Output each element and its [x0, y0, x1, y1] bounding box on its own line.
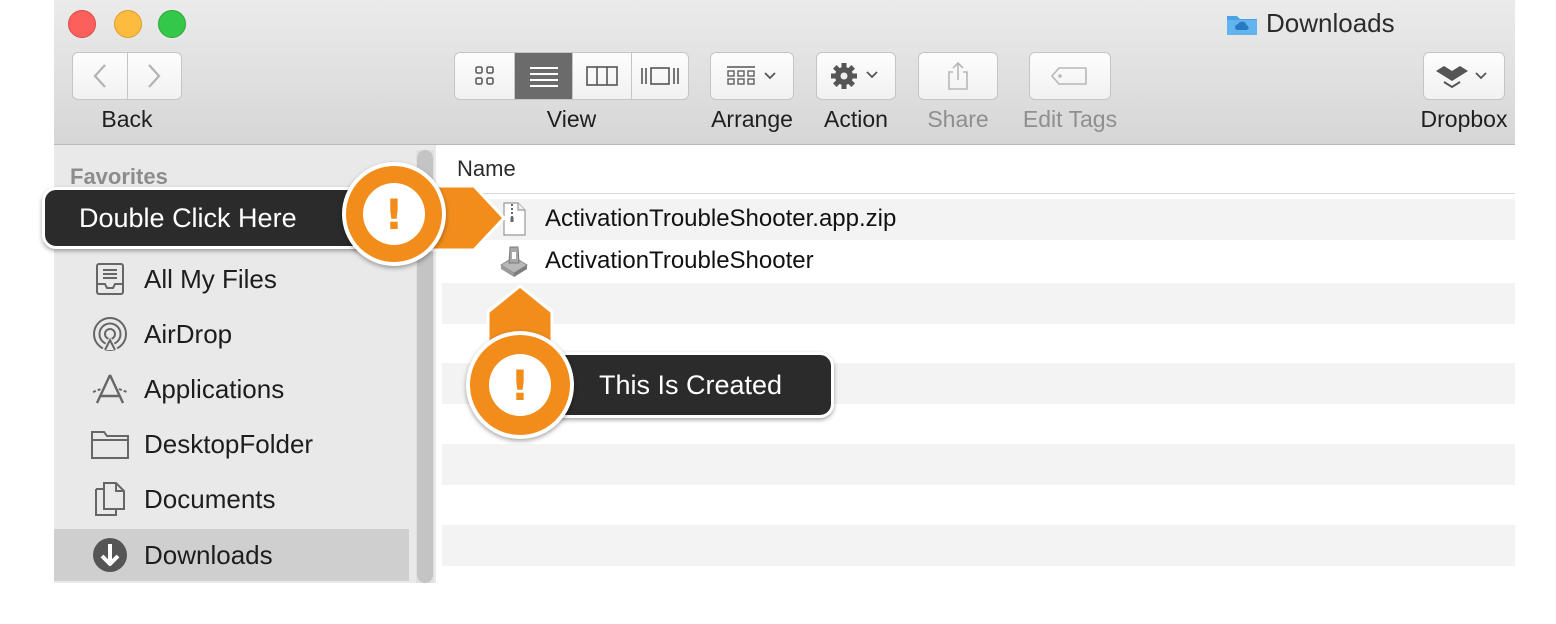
dropbox-button[interactable] — [1423, 52, 1505, 100]
action-button[interactable] — [816, 52, 896, 100]
sidebar-item-applications[interactable]: Applications — [54, 363, 409, 415]
sidebar-item-label: DesktopFolder — [144, 428, 314, 459]
chevron-left-icon — [93, 64, 106, 88]
sidebar-item-label: Documents — [144, 483, 276, 514]
downloads-icon — [90, 535, 130, 575]
icon-view-icon — [474, 66, 494, 85]
sidebar-item-documents[interactable]: Documents — [54, 473, 409, 525]
close-window-button[interactable] — [68, 10, 96, 38]
empty-row — [442, 444, 1515, 485]
arrange-label: Arrange — [711, 106, 793, 132]
sidebar-item-airdrop[interactable]: AirDrop — [54, 308, 409, 360]
action-label: Action — [824, 106, 888, 132]
view-control[interactable] — [454, 52, 689, 100]
arrange-icon — [727, 66, 776, 85]
sidebar-item-desktopfolder[interactable]: DesktopFolder — [54, 418, 409, 470]
exclamation-icon: ! — [363, 183, 425, 245]
chevron-right-icon — [148, 64, 161, 88]
file-row[interactable]: ActivationTroubleShooter.app.zip — [442, 199, 1515, 240]
exclamation-icon: ! — [489, 354, 551, 416]
edit-tags-button[interactable] — [1029, 52, 1111, 100]
cover-flow-button[interactable] — [632, 53, 688, 99]
back-label: Back — [101, 106, 153, 132]
column-view-icon — [586, 66, 618, 86]
back-button[interactable] — [73, 53, 128, 99]
tag-icon — [1051, 67, 1087, 85]
airdrop-icon — [90, 314, 130, 354]
file-name: ActivationTroubleShooter.app.zip — [545, 205, 897, 232]
column-view-button[interactable] — [573, 53, 632, 99]
sidebar-item-label: AirDrop — [144, 318, 233, 349]
applications-icon — [90, 369, 130, 409]
callout-badge-1: ! — [342, 162, 446, 266]
arrange-button[interactable] — [710, 52, 794, 100]
share-label: Share — [927, 106, 989, 132]
empty-row — [442, 283, 1515, 324]
documents-icon — [90, 479, 130, 519]
sidebar-item-all-my-files[interactable]: All My Files — [54, 253, 409, 305]
callout-double-click-text: Double Click Here — [79, 202, 297, 233]
callout-this-is-created-text: This Is Created — [599, 369, 783, 400]
window-title: Downloads — [1226, 8, 1395, 39]
dropbox-label: Dropbox — [1420, 106, 1508, 132]
callout-this-is-created: This Is Created — [530, 352, 834, 418]
file-name: ActivationTroubleShooter — [545, 247, 814, 274]
callout-badge-2: ! — [466, 331, 574, 439]
toolbar: Downloads Back View Arrange Action Share… — [54, 0, 1515, 145]
share-button[interactable] — [918, 52, 998, 100]
icloud-folder-icon — [1227, 15, 1257, 35]
name-column-header[interactable]: Name — [442, 145, 1515, 194]
list-view-button[interactable] — [515, 53, 574, 99]
gear-icon — [831, 63, 878, 89]
sidebar-item-label: Downloads — [144, 539, 273, 570]
window-title-text: Downloads — [1266, 8, 1395, 38]
sidebar-item-label: Applications — [144, 373, 285, 404]
dropbox-icon — [1436, 66, 1487, 89]
callout-double-click: Double Click Here — [42, 187, 382, 249]
view-label: View — [546, 106, 597, 132]
finder-window: Downloads Back View Arrange Action Share… — [54, 0, 1515, 583]
all-files-icon — [90, 259, 130, 299]
folder-icon — [90, 424, 130, 464]
forward-button[interactable] — [128, 53, 182, 99]
chevron-down-icon — [764, 72, 776, 80]
back-forward-control[interactable] — [72, 52, 182, 100]
minimize-window-button[interactable] — [114, 10, 142, 38]
list-view-icon — [529, 67, 558, 87]
sidebar-item-label: All My Files — [144, 263, 277, 294]
cover-flow-icon — [641, 67, 679, 85]
share-icon — [948, 61, 968, 90]
sidebar-item-downloads[interactable]: Downloads — [54, 529, 409, 581]
zoom-window-button[interactable] — [158, 10, 186, 38]
icon-view-button[interactable] — [455, 53, 516, 99]
edit-tags-label: Edit Tags — [1022, 106, 1118, 132]
empty-row — [442, 525, 1515, 566]
file-row[interactable]: ActivationTroubleShooter — [442, 241, 1515, 282]
